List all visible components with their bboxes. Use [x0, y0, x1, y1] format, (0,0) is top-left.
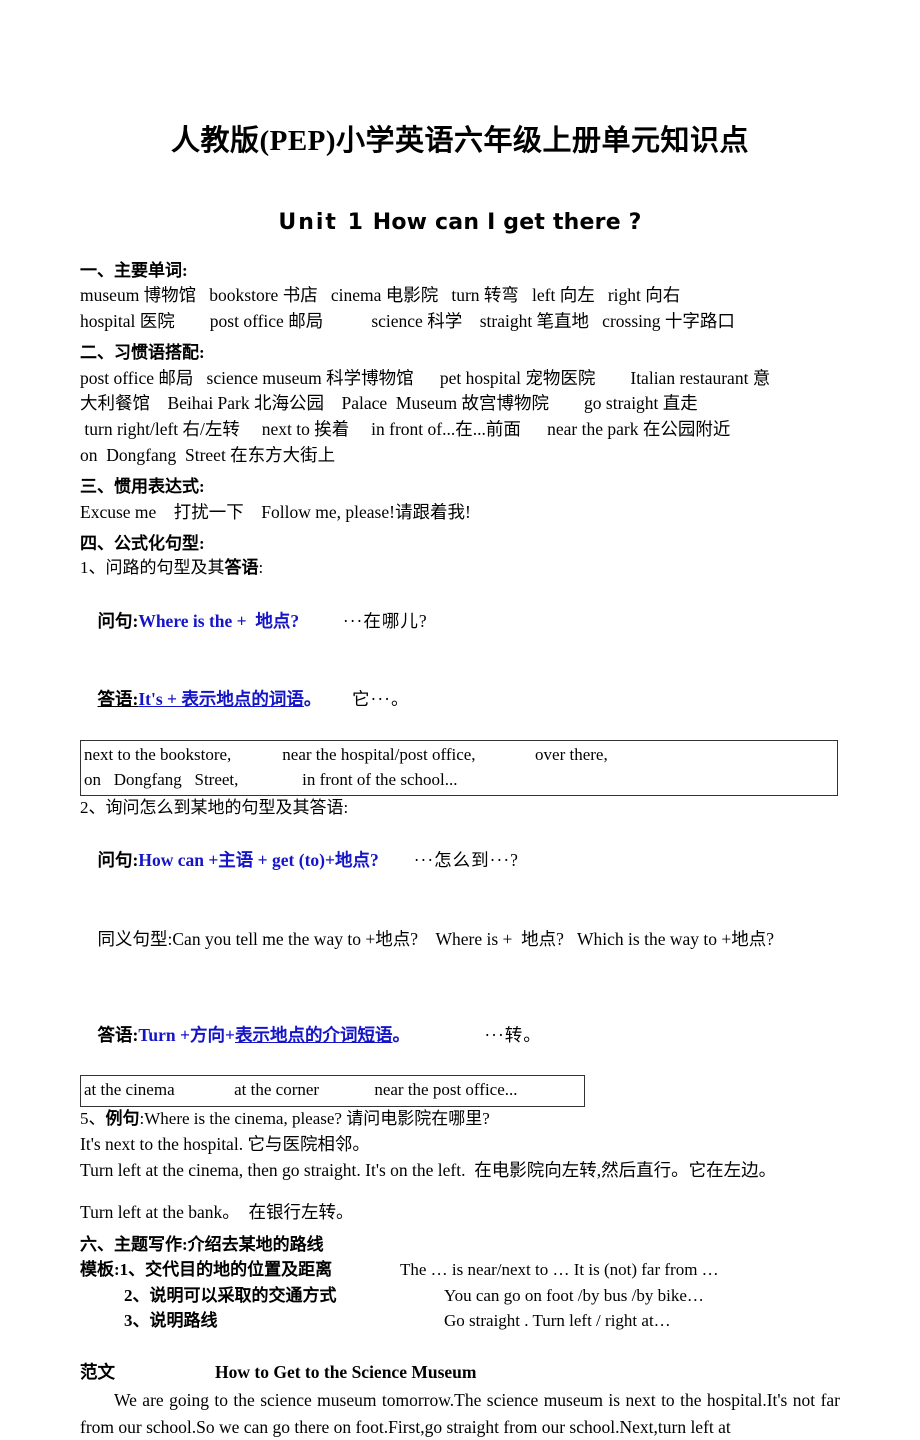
vocabulary-line-2: hospital 医院 post office 邮局 science 科学 st… [80, 310, 735, 331]
pattern-2-answer-formula-c: 。 [392, 1024, 410, 1045]
writing-template-row-left: 模板:1、交代目的地的位置及距离 [80, 1260, 333, 1280]
sample-essay-title: How to Get to the Science Museum [215, 1361, 477, 1382]
collocations-line-2: 大利餐馆 Beihai Park 北海公园 Palace Museum 故宫博物… [80, 393, 698, 414]
pattern-1-answer-meaning: 它···。 [352, 689, 410, 710]
collocations-line-3: turn right/left 右/左转 next to 挨着 in front… [80, 419, 731, 440]
writing-template-row: 模板:1、交代目的地的位置及距离 The … is near/next to …… [80, 1257, 840, 1283]
pattern-1-question-row: 问句:Where is the + 地点? ···在哪儿? [80, 581, 840, 660]
pattern-5-label-a: 5、 [80, 1109, 106, 1129]
unit-heading-text: How can I get there ? [372, 209, 642, 235]
writing-template-row-left: 3、说明路线 [124, 1311, 218, 1331]
pattern-2-answer-formula-b: 表示地点的介词短语 [234, 1024, 393, 1045]
answer-examples-box-1-line-1: next to the bookstore, near the hospital… [84, 744, 608, 764]
writing-template-row: 3、说明路线 Go straight . Turn left / right a… [80, 1308, 840, 1334]
pattern-1-label-a: 1、问路的句型及其 [80, 558, 225, 578]
answer-examples-box-1-line-2: on Dongfang Street, in front of the scho… [84, 769, 458, 789]
writing-template-row-right: Go straight . Turn left / right at… [444, 1311, 671, 1331]
answer-examples-box-1: next to the bookstore, near the hospital… [80, 739, 838, 797]
pattern-1-question-formula: Where is the + 地点? [138, 610, 300, 631]
writing-template-row-right: You can go on foot /by bus /by bike… [444, 1285, 704, 1305]
pattern-1-label: 1、问路的句型及其答语: [80, 556, 840, 581]
collocations-line-4: on Dongfang Street 在东方大街上 [80, 444, 336, 465]
pattern-1-label-b: 答语 [224, 558, 259, 578]
pattern-2-synonym-text: Can you tell me the way to +地点? Where is… [172, 929, 774, 950]
pattern-2-label: 2、询问怎么到某地的句型及其答语: [80, 798, 349, 818]
sample-essay-header: 范文 How to Get to the Science Museum [80, 1359, 840, 1385]
pattern-2-answer-meaning: ···转。 [484, 1024, 542, 1045]
section-heading-vocabulary: 一、主要单词: [80, 260, 188, 280]
answer-examples-box-2-line-1: at the cinema at the corner near the pos… [84, 1080, 518, 1100]
sample-essay-body: We are going to the science museum tomor… [80, 1387, 840, 1440]
pattern-2-answer-row: 答语:Turn +方向+表示地点的介词短语。 ···转。 [80, 996, 840, 1075]
expressions-line-1: Excuse me 打扰一下 Follow me, please!请跟着我! [80, 501, 471, 522]
pattern-1-answer-formula-a: It's + [138, 689, 182, 710]
pattern-5-example-line-2: Turn left at the cinema, then go straigh… [80, 1159, 777, 1180]
pattern-5-label-c: :Where is the cinema, please? 请问电影院在哪里? [139, 1109, 490, 1129]
writing-template-row: 2、说明可以采取的交通方式 You can go on foot /by bus… [80, 1283, 840, 1309]
pattern-1-answer-row: 答语:It's + 表示地点的词语。 它···。 [80, 660, 840, 739]
pattern-5-label: 5、例句:Where is the cinema, please? 请问电影院在… [80, 1107, 840, 1132]
pattern-2-question-formula: How can +主语 + get (to)+地点? [138, 850, 379, 871]
pattern-1-answer-formula-b: 表示地点的词语 [181, 689, 304, 710]
pattern-1-question-label: 问句: [97, 610, 139, 631]
pattern-2-question-meaning: ···怎么到···? [413, 850, 519, 871]
pattern-1-answer-label: 答语: [97, 689, 139, 710]
pattern-5-label-b: 例句 [105, 1109, 140, 1129]
pattern-2-question-label: 问句: [97, 850, 139, 871]
pattern-2-synonym-label: 同义句型: [97, 929, 173, 950]
sample-essay-label: 范文 [80, 1361, 115, 1382]
unit-heading-number: Unit 1 [278, 209, 365, 235]
spacer-after-synonym [80, 979, 840, 996]
section-heading-writing: 六、主题写作:介绍去某地的路线 [80, 1235, 324, 1255]
vocabulary-line-1: museum 博物馆 bookstore 书店 cinema 电影院 turn … [80, 285, 681, 306]
document-page: 人教版(PEP)小学英语六年级上册单元知识点 Unit 1 How can I … [80, 0, 840, 1440]
sample-essay-text: We are going to the science museum tomor… [80, 1390, 840, 1437]
writing-template-row-left: 2、说明可以采取的交通方式 [124, 1285, 337, 1305]
pattern-2-question-row: 问句:How can +主语 + get (to)+地点? ···怎么到···? [80, 821, 840, 900]
pattern-2-synonym-row: 同义句型:Can you tell me the way to +地点? Whe… [80, 900, 840, 979]
pattern-5-example-line-1: It's next to the hospital. 它与医院相邻。 [80, 1134, 370, 1155]
pattern-2-answer-label: 答语: [97, 1024, 139, 1045]
page-title: 人教版(PEP)小学英语六年级上册单元知识点 [170, 125, 750, 157]
spacer-before-bank-line [80, 1183, 840, 1200]
section-heading-expressions: 三、惯用表达式: [80, 477, 205, 497]
unit-heading: Unit 1 How can I get there ? [80, 210, 840, 235]
pattern-2-answer-formula-a: Turn +方向+ [138, 1024, 235, 1045]
pattern-1-question-meaning: ···在哪儿? [342, 610, 428, 631]
section-heading-patterns: 四、公式化句型: [80, 534, 205, 554]
collocations-line-1: post office 邮局 science museum 科学博物馆 pet … [80, 367, 771, 388]
pattern-1-answer-formula-c: 。 [303, 689, 322, 710]
pattern-1-label-c: : [258, 558, 264, 578]
answer-examples-box-2: at the cinema at the corner near the pos… [80, 1075, 585, 1108]
section-heading-collocations: 二、习惯语搭配: [80, 343, 205, 363]
pattern-5-extra-line: Turn left at the bank。 在银行左转。 [80, 1202, 354, 1223]
writing-template-row-right: The … is near/next to … It is (not) far … [400, 1260, 719, 1280]
